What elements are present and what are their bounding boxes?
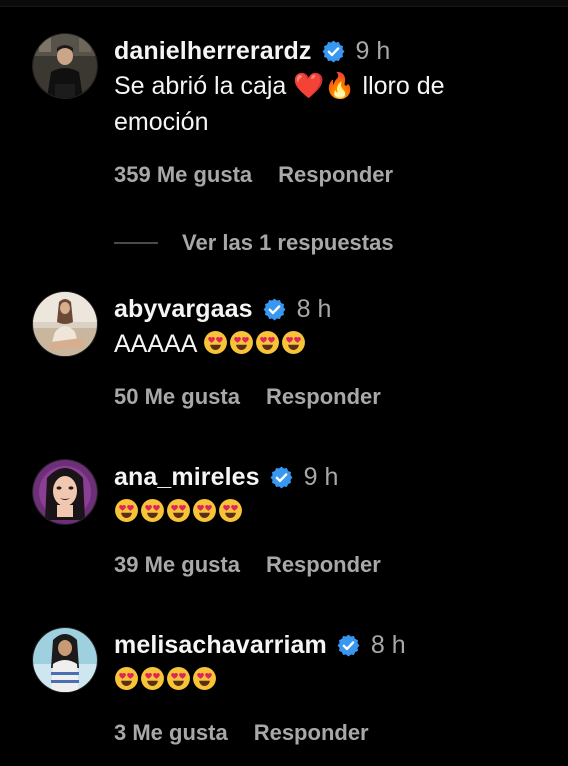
heart-eyes-emoji-icon bbox=[255, 331, 279, 354]
heart-eyes-emoji-icon bbox=[115, 499, 138, 522]
like-count[interactable]: 50 Me gusta bbox=[114, 384, 240, 410]
avatar-photo bbox=[33, 460, 97, 524]
heart-eyes-emoji-group bbox=[114, 666, 218, 694]
heart-eyes-emoji-icon bbox=[141, 499, 164, 522]
heart-eyes-emoji-icon bbox=[167, 499, 190, 522]
reply-button[interactable]: Responder bbox=[278, 162, 393, 188]
heart-eyes-emoji-icon bbox=[193, 499, 216, 522]
like-count[interactable]: 359 Me gusta bbox=[114, 162, 252, 188]
replies-divider bbox=[114, 242, 158, 244]
comment-melisachavarriam: melisachavarriam 8 h 3 Me gusta Responde… bbox=[0, 616, 568, 766]
heart-eyes-emoji-icon bbox=[229, 331, 253, 354]
heart-eyes-emoji-icon bbox=[141, 667, 164, 690]
comment-abyvargaas: abyvargaas 8 h AAAAA 50 Me gusta Respond… bbox=[0, 280, 568, 450]
verified-badge-icon bbox=[322, 40, 344, 62]
heart-eyes-emoji-icon bbox=[193, 667, 216, 690]
comment-ana-mireles: ana_mireles 9 h 39 Me gusta Responder bbox=[0, 448, 568, 618]
heart-eyes-emoji-icon bbox=[281, 331, 305, 354]
heart-eyes-emoji-icon bbox=[203, 331, 227, 354]
avatar[interactable] bbox=[33, 292, 97, 356]
timestamp: 8 h bbox=[370, 631, 406, 659]
verified-badge-icon bbox=[337, 634, 360, 656]
comment-text: AAAAA bbox=[114, 326, 552, 362]
verified-badge-icon bbox=[263, 298, 286, 320]
comment-text bbox=[114, 662, 552, 698]
reply-button[interactable]: Responder bbox=[266, 384, 381, 410]
comment-text bbox=[114, 494, 552, 530]
fire-emoji: 🔥 bbox=[324, 71, 356, 100]
timestamp: 8 h bbox=[296, 295, 332, 323]
avatar-photo bbox=[33, 292, 97, 356]
username[interactable]: melisachavarriam bbox=[114, 628, 327, 662]
red-heart-emoji: ❤️ bbox=[293, 71, 325, 100]
verified-badge-icon bbox=[270, 466, 293, 488]
username[interactable]: danielherrerardz bbox=[114, 34, 312, 68]
comment-text: Se abrió la caja ❤️🔥 lloro de emoción bbox=[114, 68, 552, 140]
avatar[interactable] bbox=[33, 628, 97, 692]
timestamp: 9 h bbox=[355, 37, 391, 65]
heart-eyes-emoji-icon bbox=[167, 667, 190, 690]
reply-button[interactable]: Responder bbox=[254, 720, 369, 746]
like-count[interactable]: 3 Me gusta bbox=[114, 720, 228, 746]
like-count[interactable]: 39 Me gusta bbox=[114, 552, 240, 578]
heart-eyes-emoji-icon bbox=[115, 667, 138, 690]
heart-eyes-emoji-icon bbox=[219, 499, 242, 522]
username[interactable]: abyvargaas bbox=[114, 292, 253, 326]
comment-danielherrerardz: danielherrerardz 9 h Se abrió la caja ❤️… bbox=[0, 0, 568, 280]
avatar-photo bbox=[33, 34, 97, 98]
view-replies-button[interactable]: Ver las 1 respuestas bbox=[114, 229, 394, 257]
timestamp: 9 h bbox=[303, 463, 339, 491]
avatar-photo bbox=[33, 628, 97, 692]
view-replies-label: Ver las 1 respuestas bbox=[182, 230, 394, 255]
heart-eyes-emoji-group bbox=[114, 498, 244, 526]
avatar[interactable] bbox=[33, 460, 97, 524]
username[interactable]: ana_mireles bbox=[114, 460, 260, 494]
avatar[interactable] bbox=[33, 34, 97, 98]
heart-eyes-emoji-group bbox=[203, 330, 307, 358]
reply-button[interactable]: Responder bbox=[266, 552, 381, 578]
